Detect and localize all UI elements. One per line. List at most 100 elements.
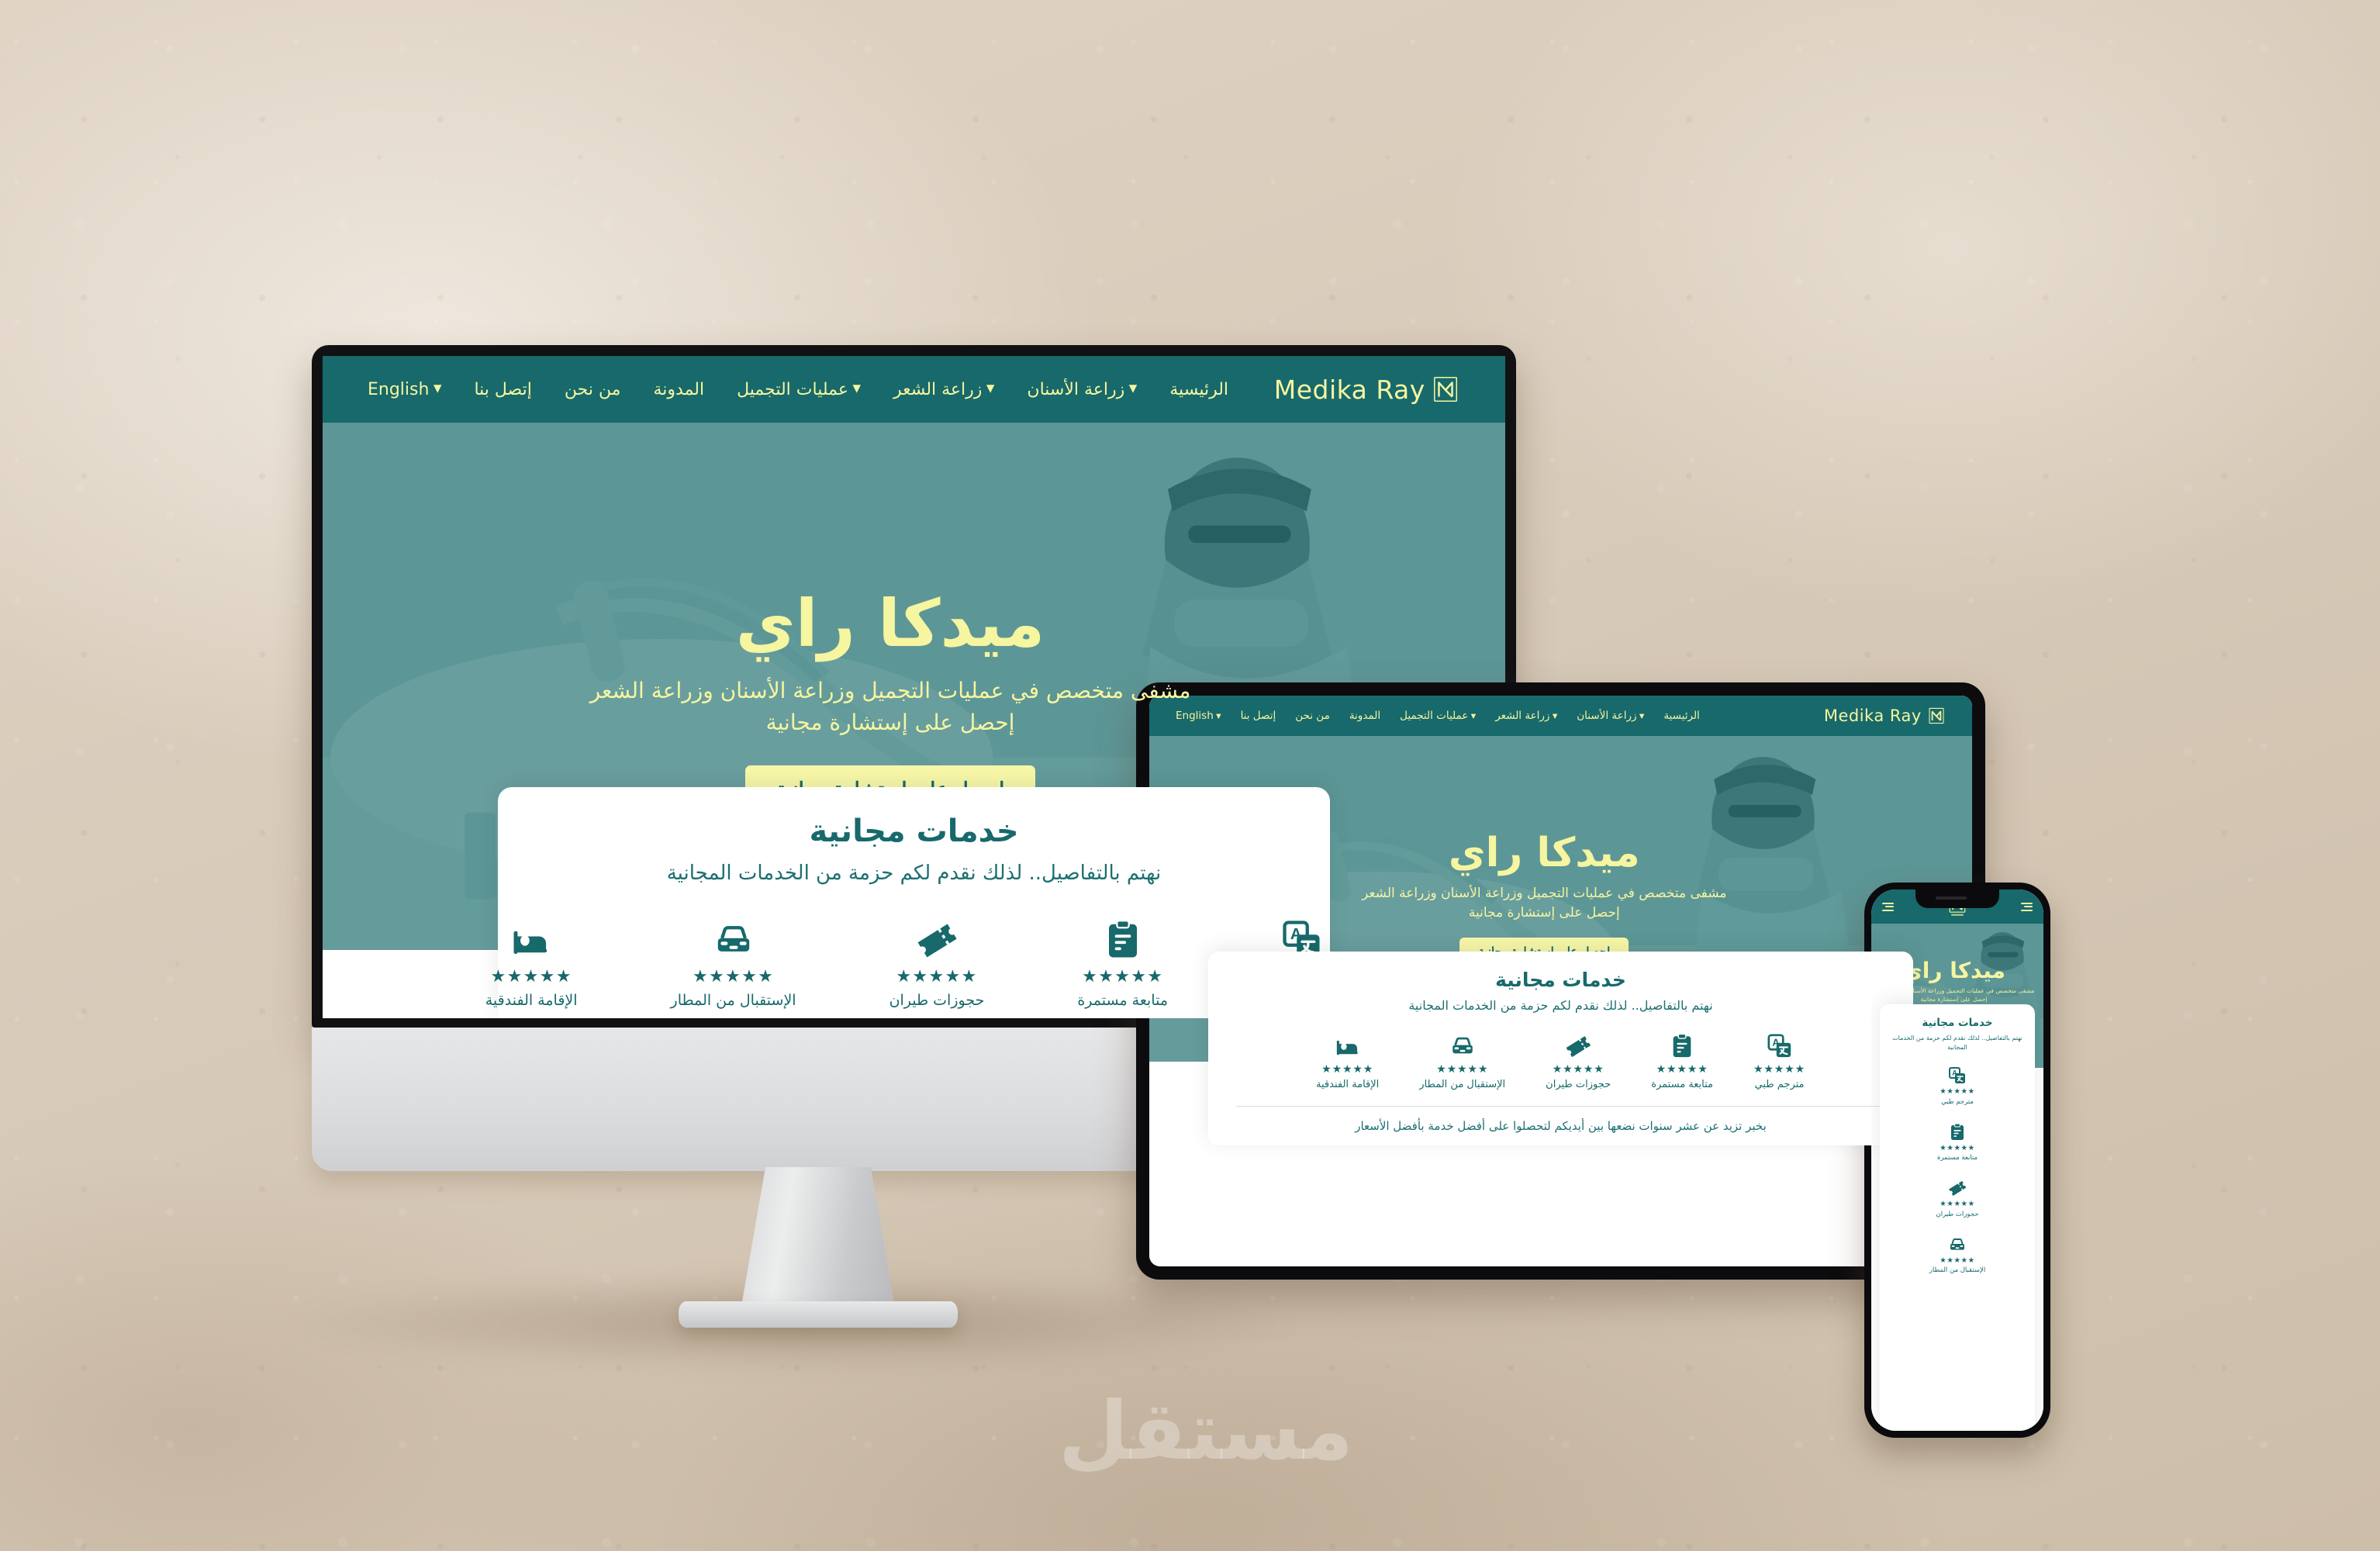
nav-item-about[interactable]: من نحن (565, 380, 621, 399)
service-label: متابعة مستمرة (1651, 1079, 1714, 1090)
nav-item-dental-implants[interactable]: ▼ زراعة الأسنان (1577, 710, 1644, 722)
brand-name: Medika Ray (1273, 374, 1425, 405)
nav-item-hair-transplant[interactable]: ▼ زراعة الشعر (893, 380, 994, 399)
services-title: خدمات مجانية (1922, 1017, 1993, 1029)
hotel-bed-icon (513, 931, 548, 954)
chevron-down-icon: ▼ (433, 382, 442, 396)
tablet-screen: Medika Ray الرئيسية ▼ زراعة الأسنان ▼ زراع… (1149, 696, 1972, 1266)
mostaql-watermark: مستقل (1058, 1383, 1354, 1478)
service-item-airport-pickup[interactable]: ★★★★★ الإستقبال من المطار (1419, 1033, 1505, 1090)
medika-ray-monogram-icon (1433, 377, 1458, 402)
service-label: الإقامة الفندقية (485, 992, 578, 1009)
brand-logo[interactable]: Medika Ray (1274, 375, 1460, 405)
service-label: الإستقبال من المطار (1419, 1079, 1506, 1090)
services-subtitle: نهتم بالتفاصيل.. لذلك نقدم لكم حزمة من ا… (666, 862, 1162, 885)
service-rating: ★★★★★ (1940, 1200, 1975, 1208)
clipboard-icon (1673, 1033, 1691, 1058)
services-row: A ★★★★★ مترجم طبي ★★★★★ متابعة مستمرة ★★… (1228, 1033, 1893, 1090)
service-label: مترجم طبي (1754, 1079, 1805, 1090)
service-label: حجوزات طيران (1936, 1210, 1979, 1218)
translate-icon: A (1949, 1067, 1965, 1083)
chevron-down-icon: ▼ (986, 382, 995, 396)
service-item-translator[interactable]: A ★★★★★ مترجم طبي (1940, 1066, 1974, 1106)
service-rating: ★★★★★ (1940, 1087, 1975, 1096)
service-label: مترجم طبي (1941, 1097, 1974, 1106)
services-row: A ★★★★★ مترجم طبي ★★★★★ متابعة مستمرة ★★… (485, 919, 1342, 1009)
hotel-bed-icon (1336, 1040, 1358, 1055)
service-rating: ★★★★★ (1436, 1063, 1489, 1076)
nav-item-cosmetic-surgery[interactable]: ▼ عمليات التجميل (737, 380, 861, 399)
services-subtitle: نهتم بالتفاصيل.. لذلك نقدم لكم حزمة من ا… (1892, 1035, 2022, 1051)
service-label: الإقامة الفندقية (1316, 1079, 1380, 1090)
service-item-followup[interactable]: ★★★★★ متابعة مستمرة (1651, 1033, 1713, 1090)
desktop-website: Medika Ray الرئيسية ▼ زراعة الأسنان ▼ زراع… (323, 356, 1505, 1018)
service-rating: ★★★★★ (1552, 1063, 1605, 1076)
service-item-airport-pickup[interactable]: ★★★★★ الإستقبال من المطار (1929, 1235, 1986, 1274)
medika-ray-monogram-icon (1929, 707, 1944, 724)
brand-name: Medika Ray (1823, 706, 1922, 725)
service-item-flights[interactable]: ★★★★★ حجوزات طيران (889, 919, 985, 1009)
free-services-card: خدمات مجانية نهتم بالتفاصيل.. لذلك نقدم … (1880, 1004, 2035, 1431)
desktop-monitor: Medika Ray الرئيسية ▼ زراعة الأسنان ▼ زراع… (312, 345, 1516, 1028)
service-rating: ★★★★★ (1940, 1143, 1975, 1152)
car-icon (1452, 1037, 1473, 1054)
hero-subtitle: مشفى متخصص في عمليات التجميل وزراعة الأس… (589, 678, 1191, 736)
services-subtitle: نهتم بالتفاصيل.. لذلك نقدم لكم حزمة من ا… (1408, 998, 1713, 1013)
experience-note: بخبر تزيد عن عشر سنوات نضعها بين أيديكم … (1355, 1119, 1767, 1133)
brand-logo[interactable]: Medika Ray (1824, 706, 1946, 725)
nav-item-language[interactable]: ▼ English (368, 380, 441, 399)
services-title: خدمات مجانية (809, 813, 1019, 849)
service-item-airport-pickup[interactable]: ★★★★★ الإستقبال من المطار (671, 919, 796, 1009)
hero-title: ميدكا راي (1902, 957, 2005, 983)
service-item-followup[interactable]: ★★★★★ متابعة مستمرة (1937, 1123, 1978, 1162)
free-services-card: خدمات مجانية نهتم بالتفاصيل.. لذلك نقدم … (485, 787, 1342, 1018)
services-list: A ★★★★★ مترجم طبي ★★★★★ متابعة مستمرة ★★… (1889, 1066, 2026, 1274)
translate-icon: A (1767, 1034, 1791, 1058)
service-label: الإستقبال من المطار (670, 992, 796, 1009)
nav-item-home[interactable]: الرئيسية (1663, 710, 1700, 722)
service-item-hotel[interactable]: ★★★★★ الإقامة الفندقية (485, 919, 578, 1009)
tablet-website: Medika Ray الرئيسية ▼ زراعة الأسنان ▼ زراع… (1149, 696, 1972, 1266)
hero-title: ميدكا راي (1448, 829, 1640, 876)
tablet-device: Medika Ray الرئيسية ▼ زراعة الأسنان ▼ زراع… (1136, 682, 1985, 1280)
nav-item-blog[interactable]: المدونة (653, 380, 704, 399)
divider (1236, 1106, 1885, 1107)
service-rating: ★★★★★ (490, 967, 572, 986)
service-item-flights[interactable]: ★★★★★ حجوزات طيران (1546, 1033, 1611, 1090)
service-rating: ★★★★★ (1753, 1063, 1805, 1076)
chevron-down-icon: ▼ (852, 382, 861, 396)
monitor-stand-foot (679, 1301, 958, 1328)
free-services-card: خدمات مجانية نهتم بالتفاصيل.. لذلك نقدم … (1208, 952, 1913, 1145)
phone-notch (1915, 889, 1999, 908)
service-rating: ★★★★★ (1082, 967, 1164, 986)
tablet-bezel: Medika Ray الرئيسية ▼ زراعة الأسنان ▼ زراع… (1136, 682, 1985, 1280)
chevron-down-icon: ▼ (1639, 711, 1645, 720)
monitor-stand-neck (741, 1167, 896, 1311)
service-rating: ★★★★★ (896, 967, 978, 986)
service-rating: ★★★★★ (1321, 1063, 1374, 1076)
chevron-down-icon: ▼ (1128, 382, 1138, 396)
car-icon (717, 926, 749, 952)
nav-item-contact[interactable]: إتصل بنا (474, 380, 531, 399)
hero-subtitle: مشفى متخصص في عمليات التجميل وزراعة الأس… (1362, 885, 1727, 921)
hamburger-menu-icon[interactable] (2021, 902, 2033, 911)
nav-item-home[interactable]: الرئيسية (1169, 380, 1228, 399)
desktop-screen: Medika Ray الرئيسية ▼ زراعة الأسنان ▼ زراع… (323, 356, 1505, 1018)
nav-links: الرئيسية ▼ زراعة الأسنان ▼ زراعة الشعر ▼ عم… (368, 380, 1228, 399)
service-label: متابعة مستمرة (1936, 1154, 1978, 1162)
service-item-followup[interactable]: ★★★★★ متابعة مستمرة (1077, 919, 1168, 1009)
ticket-icon (1949, 1180, 1967, 1196)
nav-item-dental-implants[interactable]: ▼ زراعة الأسنان (1027, 380, 1137, 399)
service-item-translator[interactable]: A ★★★★★ مترجم طبي (1753, 1033, 1805, 1090)
ticket-icon (917, 924, 957, 958)
service-rating: ★★★★★ (1656, 1063, 1708, 1076)
service-label: حجوزات طيران (889, 992, 985, 1009)
clipboard-icon (1108, 920, 1137, 958)
hero-title: ميدكا راي (735, 586, 1045, 662)
ticket-icon (1566, 1036, 1591, 1058)
service-label: متابعة مستمرة (1077, 992, 1169, 1009)
service-item-hotel[interactable]: ★★★★★ الإقامة الفندقية (1316, 1033, 1379, 1090)
chevron-down-icon: ▼ (1552, 711, 1558, 720)
service-item-flights[interactable]: ★★★★★ حجوزات طيران (1936, 1179, 1979, 1218)
service-label: الإستقبال من المطار (1929, 1266, 1986, 1274)
